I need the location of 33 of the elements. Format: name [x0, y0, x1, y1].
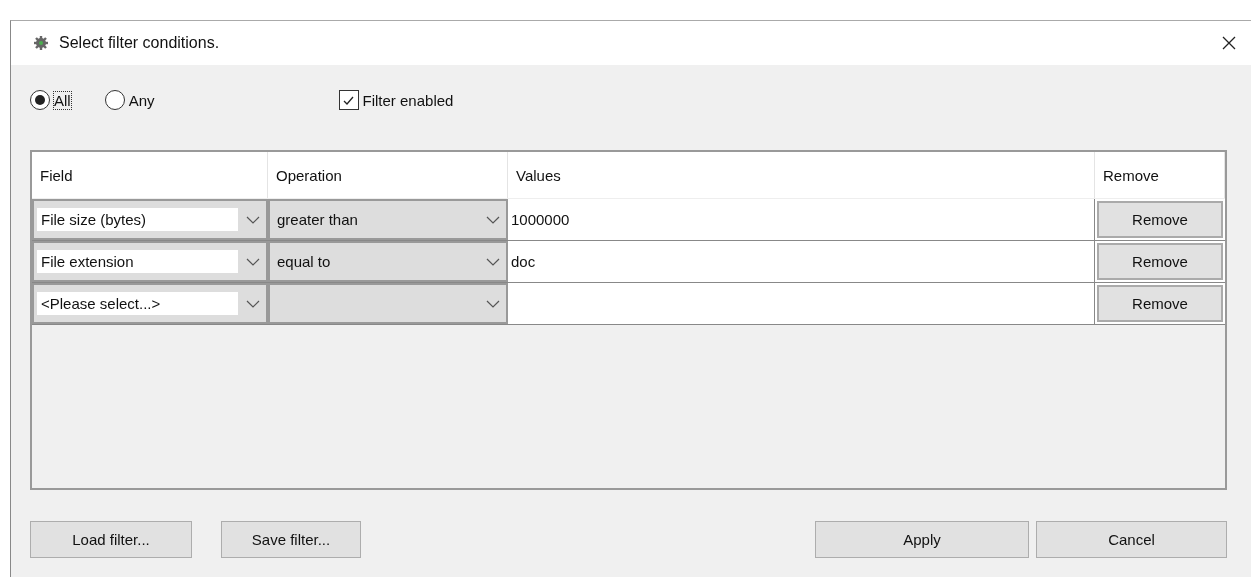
- radio-label: All: [54, 91, 71, 109]
- remove-button[interactable]: Remove: [1097, 243, 1223, 280]
- column-header: Remove: [1095, 152, 1225, 198]
- window-title: Select filter conditions.: [59, 34, 221, 52]
- column-header: Operation: [268, 152, 508, 198]
- dialog-button[interactable]: Apply: [815, 521, 1029, 558]
- operation-dropdown[interactable]: equal to: [268, 241, 508, 282]
- chevron-down-icon: [486, 214, 500, 225]
- column-header: Field: [32, 152, 268, 198]
- value-field[interactable]: doc: [508, 241, 1095, 282]
- radio-button[interactable]: [104, 90, 125, 110]
- field-dropdown[interactable]: <Please select...>: [32, 283, 268, 324]
- dialog-button[interactable]: Load filter...: [30, 521, 192, 558]
- column-header: Values: [508, 152, 1095, 198]
- remove-button[interactable]: Remove: [1097, 201, 1223, 238]
- field-dropdown[interactable]: File extension: [32, 241, 268, 282]
- close-icon[interactable]: [1221, 35, 1237, 51]
- field-dropdown[interactable]: File size (bytes): [32, 199, 268, 240]
- radio-button[interactable]: [30, 90, 50, 110]
- chevron-down-icon: [246, 214, 260, 225]
- dialog-button[interactable]: Cancel: [1036, 521, 1227, 558]
- dialog-button[interactable]: Save filter...: [221, 521, 361, 558]
- chevron-down-icon: [486, 256, 500, 267]
- radio-label: Any: [128, 91, 155, 109]
- gear-icon: [33, 35, 49, 51]
- checkbox[interactable]: [338, 90, 359, 110]
- chevron-down-icon: [246, 298, 260, 309]
- value-field[interactable]: 1000000: [508, 199, 1095, 240]
- operation-dropdown[interactable]: greater than: [268, 199, 508, 240]
- checkbox-label: Filter enabled: [362, 91, 454, 109]
- chevron-down-icon: [486, 298, 500, 309]
- chevron-down-icon: [246, 256, 260, 267]
- remove-button[interactable]: Remove: [1097, 285, 1223, 322]
